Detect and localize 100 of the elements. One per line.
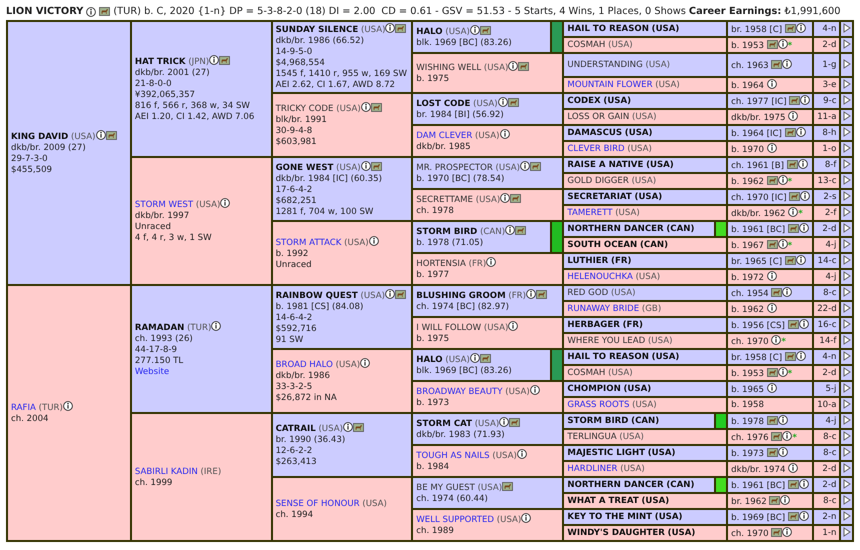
- info-icon[interactable]: [508, 61, 518, 71]
- horse-photo-icon[interactable]: [370, 103, 382, 112]
- info-icon[interactable]: [368, 236, 379, 246]
- horse-photo-icon[interactable]: [771, 288, 782, 297]
- info-icon[interactable]: [521, 513, 532, 523]
- info-icon[interactable]: [499, 417, 510, 427]
- info-icon[interactable]: [780, 495, 790, 505]
- info-icon[interactable]: [470, 25, 480, 35]
- expand-button[interactable]: [841, 382, 852, 396]
- info-icon[interactable]: [796, 23, 806, 33]
- expand-button[interactable]: [841, 478, 852, 492]
- info-icon[interactable]: [96, 130, 106, 140]
- expand-button[interactable]: [841, 446, 852, 460]
- horse-photo-icon[interactable]: [786, 160, 798, 169]
- info-icon[interactable]: [498, 97, 508, 107]
- horse-name[interactable]: HELENOUCHKA: [567, 272, 633, 282]
- horse-photo-icon[interactable]: [106, 131, 117, 140]
- expand-button[interactable]: [841, 510, 852, 524]
- info-icon[interactable]: [766, 271, 777, 281]
- info-icon[interactable]: [798, 159, 808, 169]
- info-icon[interactable]: [782, 527, 792, 537]
- info-icon[interactable]: [385, 23, 396, 33]
- horse-photo-icon[interactable]: [784, 256, 796, 265]
- info-icon[interactable]: [526, 289, 536, 299]
- horse-photo-icon[interactable]: [771, 528, 782, 537]
- website-link[interactable]: Website: [134, 366, 268, 378]
- expand-button[interactable]: [841, 126, 852, 140]
- horse-photo-icon[interactable]: [766, 448, 778, 457]
- horse-name[interactable]: BROADWAY BEAUTY: [416, 387, 502, 397]
- info-icon[interactable]: [796, 351, 806, 361]
- horse-photo-icon[interactable]: [766, 176, 778, 185]
- horse-name[interactable]: SENSE OF HONOUR: [276, 498, 360, 508]
- info-icon[interactable]: [782, 431, 792, 441]
- info-icon[interactable]: [798, 511, 809, 521]
- info-icon[interactable]: [778, 415, 788, 425]
- info-icon[interactable]: [778, 447, 788, 457]
- info-icon[interactable]: [782, 287, 792, 297]
- horse-photo-icon[interactable]: [766, 416, 778, 425]
- info-icon[interactable]: [500, 193, 510, 203]
- info-icon[interactable]: [788, 207, 798, 217]
- expand-button[interactable]: [841, 38, 852, 52]
- horse-photo-icon[interactable]: [508, 98, 519, 107]
- horse-photo-icon[interactable]: [766, 240, 778, 249]
- horse-photo-icon[interactable]: [480, 26, 491, 35]
- expand-button[interactable]: [841, 78, 852, 92]
- info-icon[interactable]: [788, 463, 798, 473]
- horse-photo-icon[interactable]: [766, 368, 778, 377]
- horse-photo-icon[interactable]: [769, 496, 780, 505]
- info-icon[interactable]: [209, 55, 220, 65]
- horse-photo-icon[interactable]: [789, 192, 800, 201]
- horse-name[interactable]: GRASS ROOTS: [567, 400, 630, 410]
- expand-button[interactable]: [841, 366, 852, 380]
- expand-button[interactable]: [841, 462, 852, 476]
- expand-button[interactable]: [841, 22, 852, 36]
- horse-name[interactable]: BROAD HALO: [276, 360, 333, 370]
- expand-button[interactable]: [841, 414, 852, 428]
- horse-photo-icon[interactable]: [99, 7, 110, 16]
- horse-photo-icon[interactable]: [515, 226, 526, 235]
- expand-button[interactable]: [841, 238, 852, 252]
- horse-name[interactable]: STORM WEST: [134, 200, 194, 210]
- horse-name[interactable]: RUNAWAY BRIDE: [567, 304, 640, 314]
- horse-photo-icon[interactable]: [530, 162, 542, 171]
- info-icon[interactable]: [800, 95, 810, 105]
- info-icon[interactable]: [778, 175, 788, 185]
- horse-name[interactable]: MOUNTAIN FLOWER: [567, 80, 653, 90]
- expand-button[interactable]: [841, 94, 852, 108]
- info-icon[interactable]: [360, 358, 370, 368]
- horse-name[interactable]: TOUGH AS NAILS: [416, 451, 490, 461]
- horse-photo-icon[interactable]: [370, 162, 382, 170]
- horse-name[interactable]: DAM CLEVER: [416, 131, 472, 141]
- info-icon[interactable]: [500, 129, 510, 139]
- info-icon[interactable]: [516, 449, 527, 459]
- info-icon[interactable]: [360, 102, 371, 112]
- expand-button[interactable]: [841, 222, 852, 236]
- info-icon[interactable]: [508, 321, 518, 331]
- info-icon[interactable]: [211, 320, 222, 330]
- info-icon[interactable]: [800, 191, 810, 201]
- info-icon[interactable]: [520, 161, 530, 171]
- horse-photo-icon[interactable]: [219, 56, 230, 65]
- info-icon[interactable]: [530, 385, 540, 395]
- info-icon[interactable]: [778, 239, 788, 249]
- expand-button[interactable]: [841, 110, 852, 124]
- info-icon[interactable]: [62, 401, 73, 411]
- expand-button[interactable]: [841, 430, 852, 444]
- horse-name[interactable]: HARDLINER: [567, 464, 618, 474]
- info-icon[interactable]: [782, 59, 792, 69]
- horse-photo-icon[interactable]: [536, 290, 548, 299]
- expand-button[interactable]: [841, 174, 852, 188]
- expand-button[interactable]: [841, 526, 852, 540]
- info-icon[interactable]: [766, 143, 777, 153]
- horse-photo-icon[interactable]: [784, 128, 796, 137]
- expand-button[interactable]: [841, 494, 852, 508]
- horse-name[interactable]: RAFIA: [11, 403, 36, 413]
- horse-photo-icon[interactable]: [395, 24, 406, 33]
- horse-photo-icon[interactable]: [788, 224, 799, 233]
- expand-button[interactable]: [841, 302, 852, 316]
- horse-photo-icon[interactable]: [502, 482, 514, 490]
- info-icon[interactable]: [778, 367, 788, 377]
- info-icon[interactable]: [766, 303, 777, 313]
- horse-photo-icon[interactable]: [789, 96, 800, 105]
